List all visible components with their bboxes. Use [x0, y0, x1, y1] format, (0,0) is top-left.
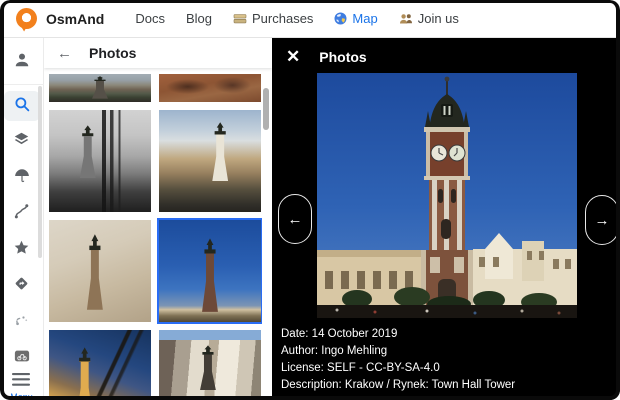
sidebar-item-menu[interactable]: Menu — [10, 373, 33, 400]
photo-thumbnail-town-hall-tower[interactable] — [159, 220, 261, 322]
photo-thumbnail-homage-painting[interactable] — [159, 110, 261, 212]
globe-icon — [334, 12, 347, 25]
directions-icon — [12, 274, 31, 298]
photo-license: License: SELF - CC-BY-SA-4.0 — [281, 360, 515, 377]
sidebar-item-weather[interactable] — [4, 163, 40, 193]
sidebar-scrollbar[interactable] — [38, 86, 42, 258]
next-photo-button[interactable]: → — [585, 195, 619, 245]
photo-thumbnail-tower-etching[interactable] — [49, 220, 151, 322]
hamburger-menu-icon — [12, 373, 30, 391]
sidebar-item-favorites[interactable] — [4, 235, 40, 265]
top-navbar: OsmAnd Docs Blog Purchases Map Join us — [0, 0, 620, 38]
sidebar-item-travel[interactable] — [4, 343, 40, 373]
photos-panel-title: Photos — [89, 45, 136, 61]
nav-link-blog[interactable]: Blog — [186, 11, 212, 26]
nav-link-purchases[interactable]: Purchases — [233, 11, 313, 26]
photo-metadata: Date: 14 October 2019 Author: Ingo Mehli… — [281, 326, 515, 394]
main-photo-town-hall-tower — [317, 73, 577, 318]
nav-link-docs[interactable]: Docs — [135, 11, 165, 26]
purchases-icon — [233, 13, 247, 25]
back-arrow-icon[interactable]: ← — [57, 46, 72, 61]
photo-thumbnail-street-view[interactable] — [159, 330, 261, 400]
star-icon — [12, 238, 31, 262]
menu-label: Menu — [10, 392, 33, 400]
sidebar-item-plan-route[interactable] — [4, 307, 40, 337]
sidebar-item-tracks[interactable] — [4, 199, 40, 229]
left-sidebar: Menu — [0, 38, 44, 400]
previous-photo-button[interactable]: ← — [278, 194, 312, 244]
sidebar-divider — [0, 84, 44, 85]
photos-panel: ← Photos — [44, 38, 272, 400]
nav-link-join-us[interactable]: Join us — [399, 11, 459, 26]
sidebar-item-navigation[interactable] — [4, 271, 40, 301]
plan-route-icon — [12, 310, 31, 334]
photo-grid — [44, 68, 262, 400]
osmand-web-app: OsmAnd Docs Blog Purchases Map Join us — [0, 0, 620, 400]
sidebar-item-configure-map[interactable] — [4, 127, 40, 157]
photo-author: Author: Ingo Mehling — [281, 343, 515, 360]
photos-panel-scrollbar[interactable] — [263, 88, 269, 130]
travel-icon — [13, 348, 31, 369]
arrow-right-icon: → — [595, 212, 610, 229]
photo-description: Description: Krakow / Rynek: Town Hall T… — [281, 377, 515, 394]
join-us-icon — [399, 13, 413, 25]
brand-name[interactable]: OsmAnd — [46, 11, 104, 27]
sidebar-item-account[interactable] — [4, 47, 40, 77]
photo-thumbnail-market-square-overview[interactable] — [49, 74, 151, 102]
layers-icon — [12, 130, 31, 154]
photo-viewer-header: ✕ Photos — [272, 38, 620, 65]
arrow-left-icon: ← — [288, 211, 303, 228]
photo-viewer-title: Photos — [319, 49, 366, 65]
photos-panel-header: ← Photos — [44, 38, 272, 68]
close-icon[interactable]: ✕ — [286, 48, 300, 65]
photo-thumbnail-horses-painting[interactable] — [159, 74, 261, 102]
photo-thumbnail-bw-procession[interactable] — [49, 110, 151, 212]
photo-thumbnail-tower-at-dusk[interactable] — [49, 330, 151, 400]
nav-link-map[interactable]: Map — [334, 11, 377, 26]
route-icon — [12, 202, 31, 226]
umbrella-icon — [13, 167, 31, 190]
photo-date: Date: 14 October 2019 — [281, 326, 515, 343]
photo-viewer: ✕ Photos — [272, 38, 620, 400]
sidebar-item-search[interactable] — [4, 91, 40, 121]
person-icon — [12, 50, 32, 75]
search-icon — [13, 95, 31, 118]
osmand-logo-icon[interactable] — [16, 8, 37, 29]
